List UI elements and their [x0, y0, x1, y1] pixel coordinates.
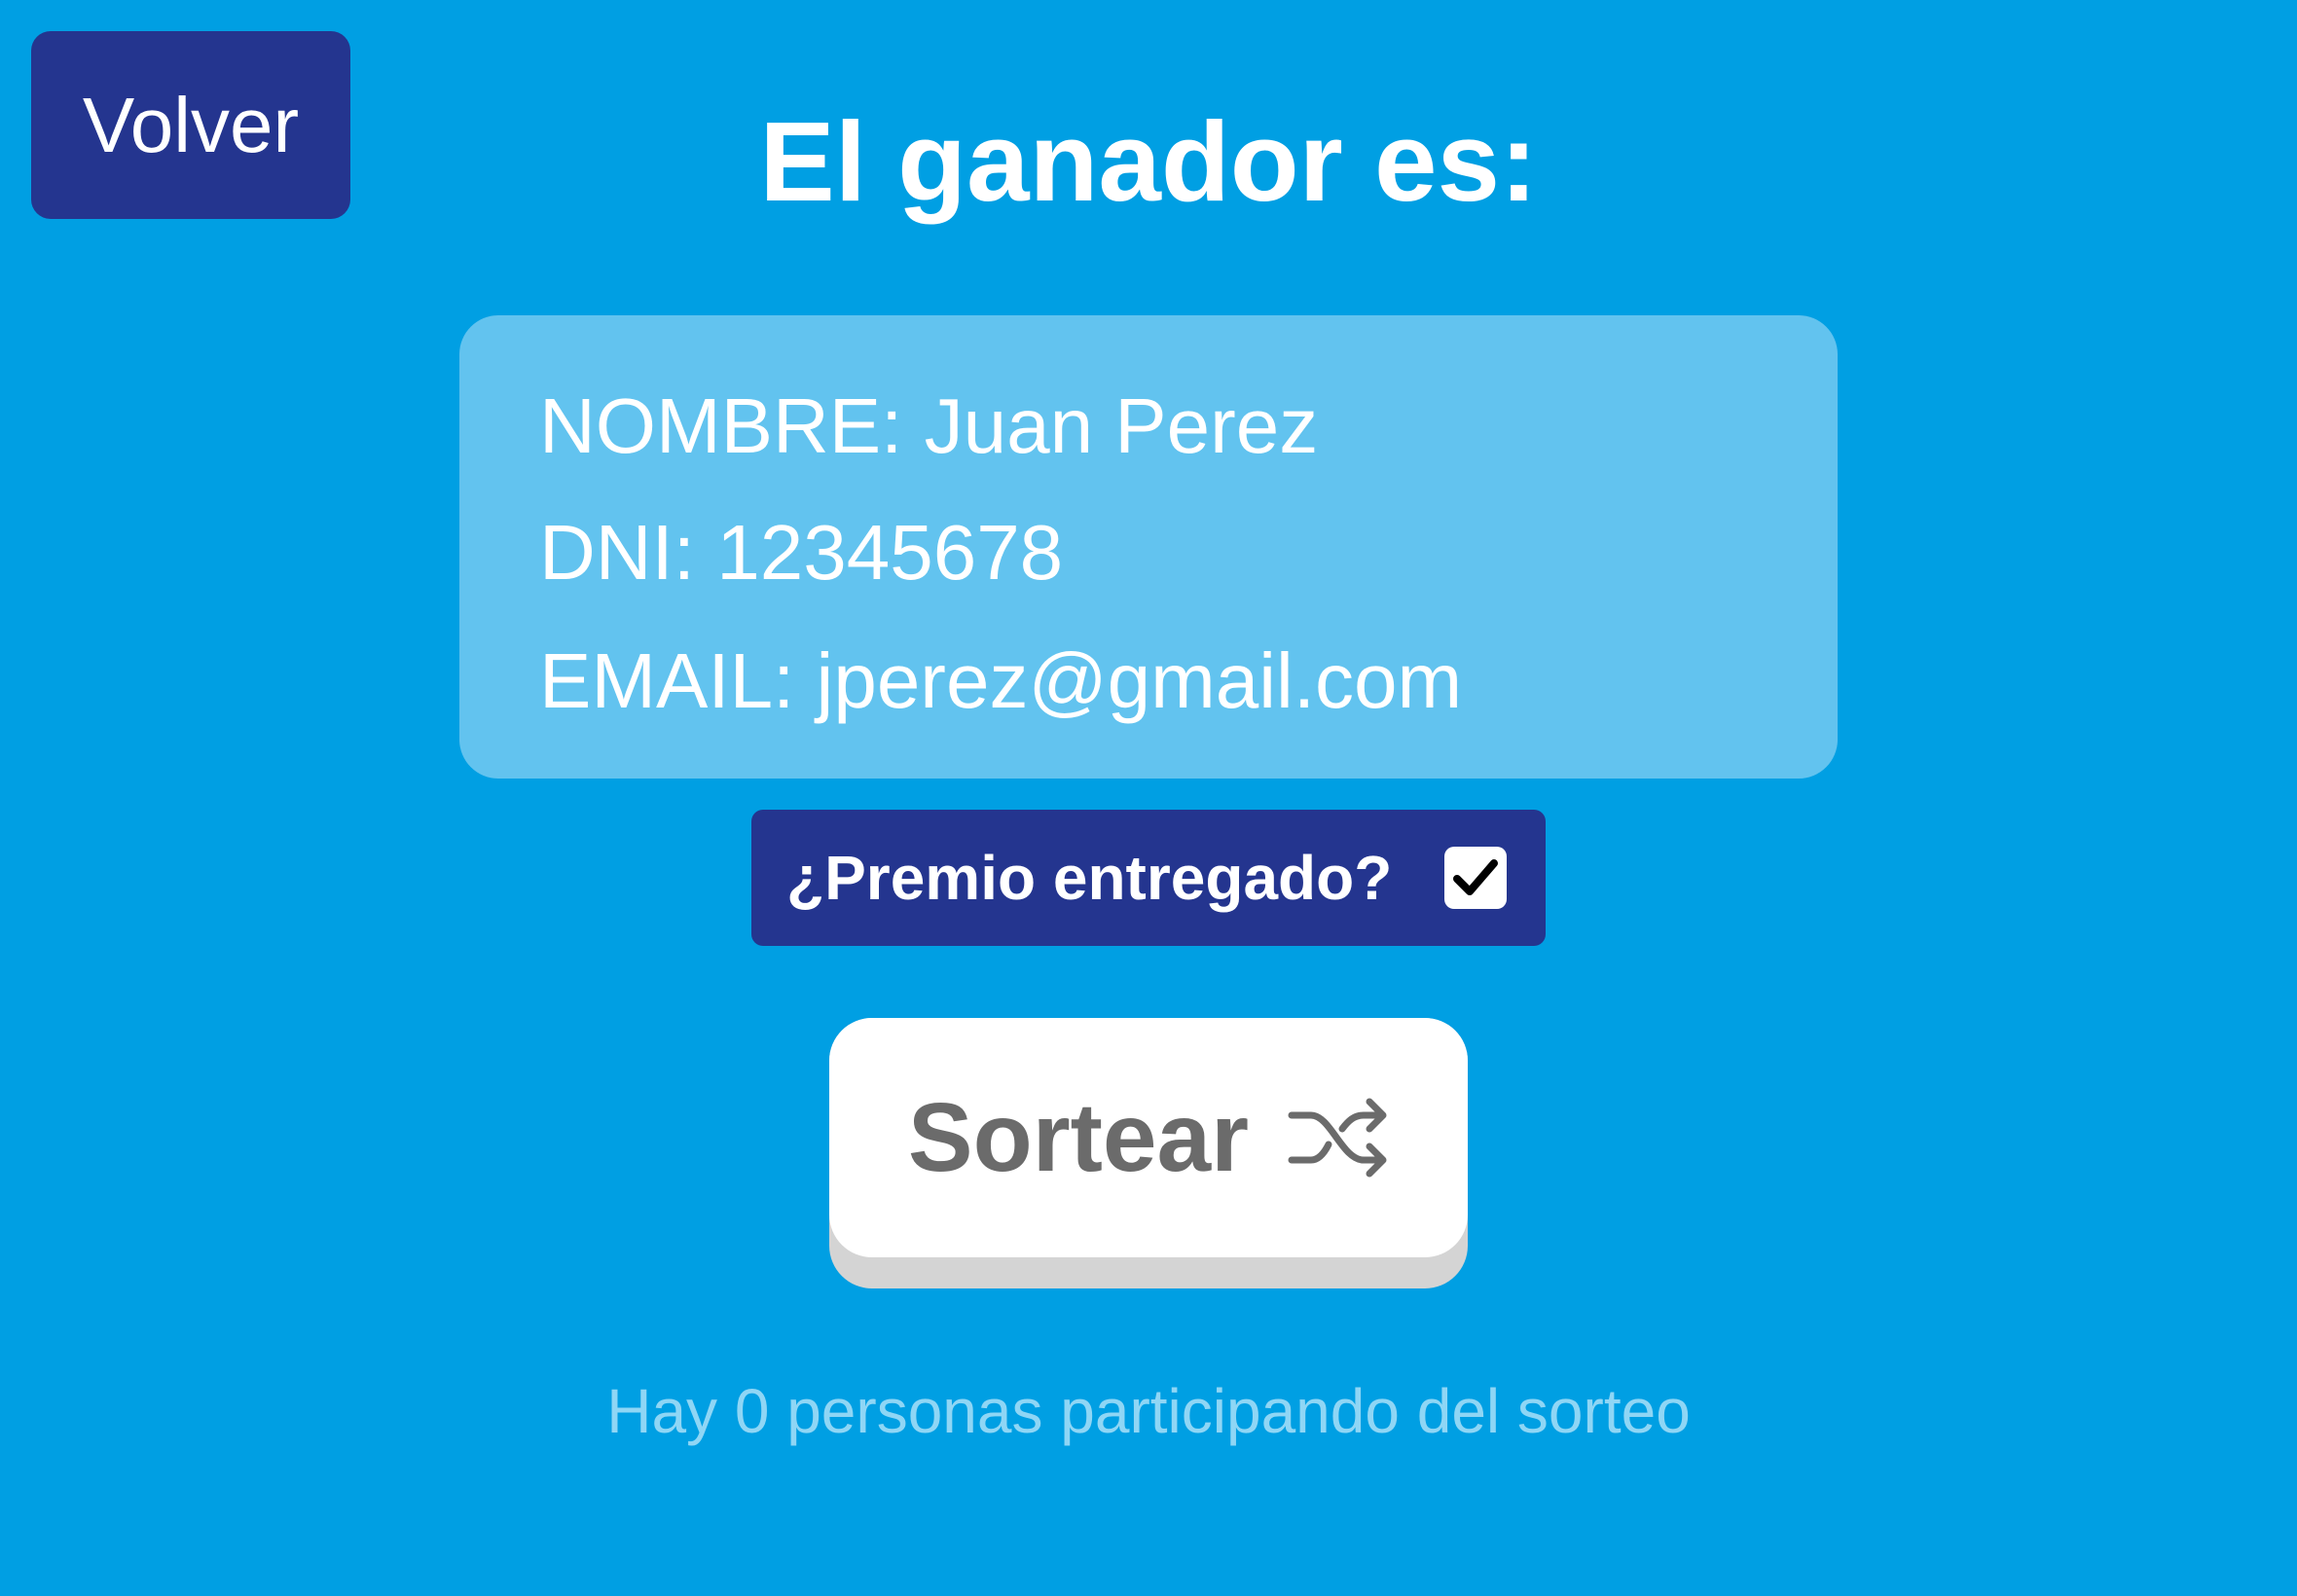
page-title: El ganador es:: [759, 98, 1538, 225]
winner-email-label: EMAIL:: [539, 637, 795, 724]
winner-name-label: NOMBRE:: [539, 382, 903, 469]
winner-name-value: Juan Perez: [924, 382, 1319, 469]
shuffle-icon: [1288, 1098, 1387, 1178]
winner-dni-label: DNI:: [539, 509, 695, 596]
draw-button[interactable]: Sortear: [829, 1018, 1468, 1257]
winner-name-row: NOMBRE: Juan Perez: [539, 380, 1318, 473]
winner-dni-value: 12345678: [716, 509, 1064, 596]
prize-delivered-label: ¿Premio entregado?: [786, 843, 1393, 913]
winner-dni-row: DNI: 12345678: [539, 506, 1063, 599]
draw-button-label: Sortear: [907, 1082, 1250, 1192]
winner-email-row: EMAIL: jperez@gmail.com: [539, 635, 1462, 728]
check-icon: [1453, 859, 1498, 895]
participants-count-text: Hay 0 personas participando del sorteo: [606, 1376, 1691, 1446]
prize-delivered-checkbox[interactable]: [1444, 847, 1507, 909]
prize-delivered-box: ¿Premio entregado?: [751, 810, 1546, 946]
winner-email-value: jperez@gmail.com: [816, 637, 1463, 724]
